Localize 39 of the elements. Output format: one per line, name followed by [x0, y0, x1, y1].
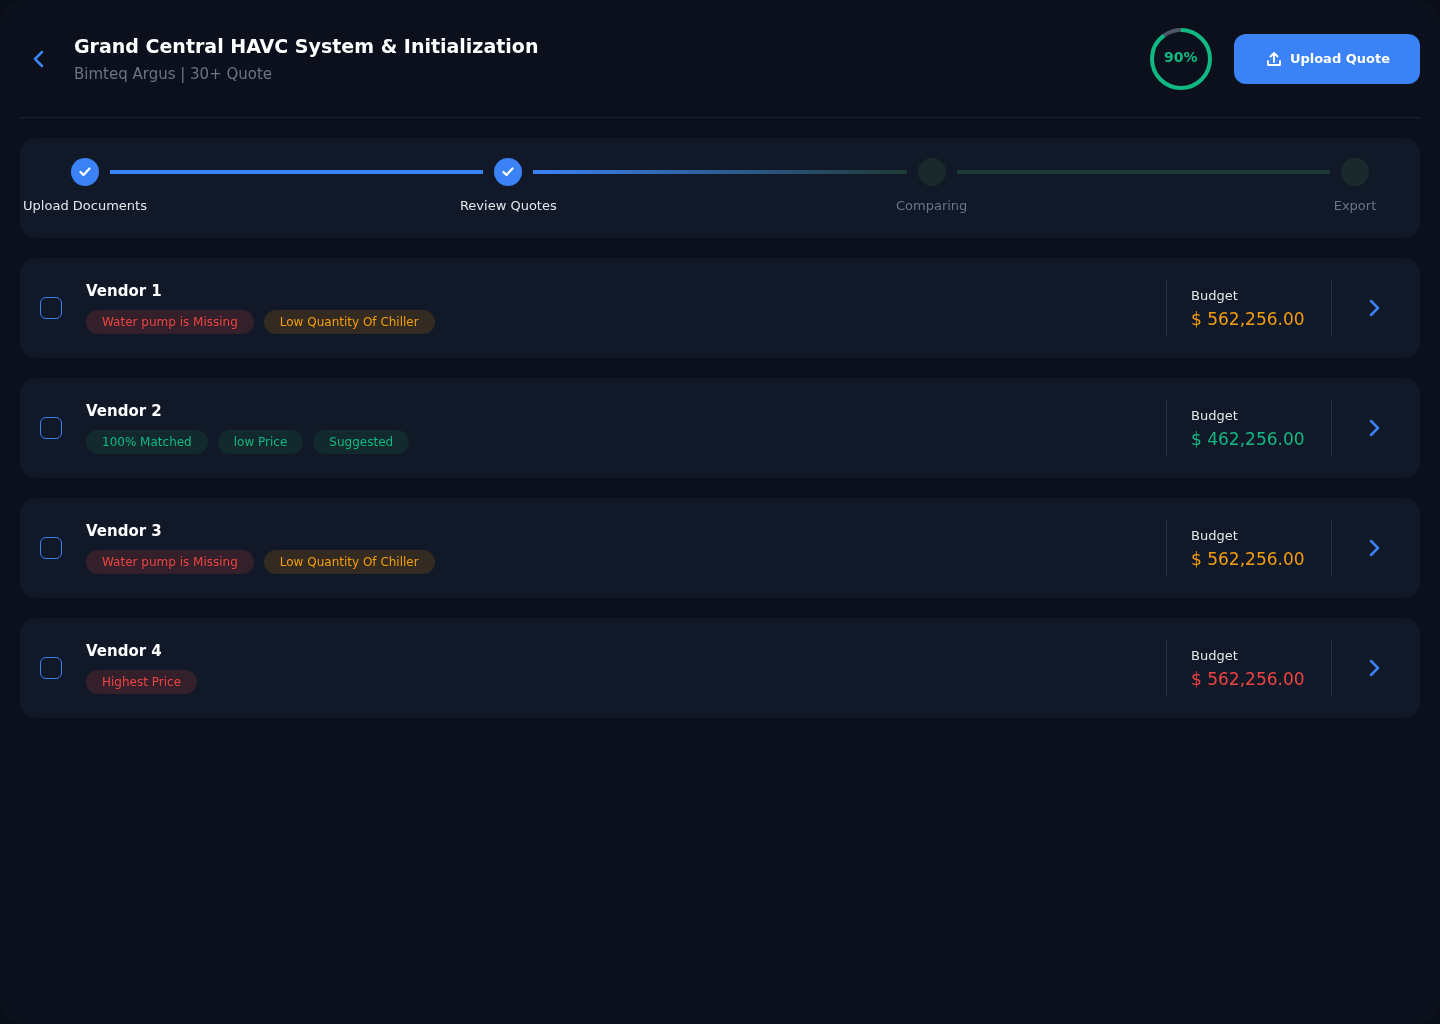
back-chevron-icon[interactable]: [32, 49, 44, 68]
budget-amount: $ 562,256.00: [1191, 548, 1306, 569]
vendor-checkbox[interactable]: [40, 417, 62, 439]
budget-label: Budget: [1191, 647, 1239, 663]
status-tag: low Price: [217, 430, 304, 454]
progress-percent: 90%: [1163, 48, 1199, 65]
step-label: Review Quotes: [459, 198, 557, 213]
status-tag: Water pump is Missing: [86, 310, 254, 334]
status-tag: Suggested: [313, 430, 410, 454]
page-subtitle: Bimteq Argus | 30+ Quote: [74, 64, 274, 83]
vendor-name: Vendor 3: [86, 522, 163, 540]
progress-ring: [1147, 25, 1214, 92]
upload-quote-button[interactable]: Upload Quote: [1233, 33, 1420, 84]
step-label: Comparing: [895, 198, 968, 213]
status-tag: Low Quantity Of Chiller: [263, 550, 435, 574]
budget-amount: $ 562,256.00: [1191, 308, 1306, 329]
vendor-name: Vendor 1: [86, 282, 163, 300]
status-tag: Water pump is Missing: [86, 550, 254, 574]
vendor-name: Vendor 2: [86, 402, 163, 420]
status-tag: Highest Price: [86, 670, 197, 694]
step-label: Upload Documents: [23, 198, 147, 213]
budget-amount: $ 462,256.00: [1191, 428, 1306, 449]
status-tag: Low Quantity Of Chiller: [263, 310, 435, 334]
step-label: Export: [1333, 198, 1377, 213]
chevron-right-icon[interactable]: [1368, 539, 1380, 557]
status-tag: 100% Matched: [86, 430, 208, 454]
budget-label: Budget: [1191, 407, 1239, 423]
chevron-right-icon[interactable]: [1368, 419, 1380, 437]
upload-icon: [1265, 50, 1282, 67]
vendor-checkbox[interactable]: [40, 537, 62, 559]
page-title: Grand Central HAVC System & Initialization: [74, 34, 539, 57]
vendor-checkbox[interactable]: [40, 297, 62, 319]
budget-label: Budget: [1191, 287, 1239, 303]
chevron-right-icon[interactable]: [1368, 299, 1380, 317]
budget-amount: $ 562,256.00: [1191, 668, 1306, 689]
chevron-right-icon[interactable]: [1368, 659, 1380, 677]
budget-label: Budget: [1191, 527, 1239, 543]
vendor-checkbox[interactable]: [40, 657, 62, 679]
vendor-name: Vendor 4: [86, 642, 163, 660]
